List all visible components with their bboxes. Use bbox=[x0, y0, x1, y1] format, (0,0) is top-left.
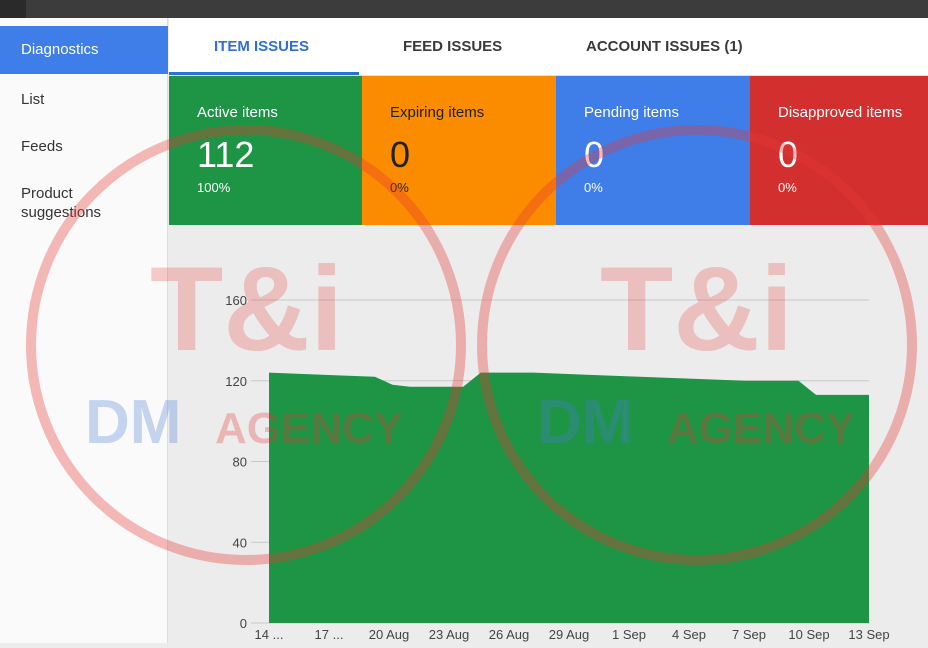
active-items-area bbox=[269, 372, 869, 623]
x-tick-label: 23 Aug bbox=[429, 627, 470, 642]
card-disapproved-items[interactable]: Disapproved items 0 0% bbox=[750, 76, 928, 225]
tab-label: ITEM ISSUES bbox=[214, 38, 310, 55]
y-tick-label: 120 bbox=[225, 374, 247, 389]
card-value: 0 bbox=[584, 134, 605, 175]
card-active-items[interactable]: Active items 112 100% bbox=[169, 76, 362, 225]
sidebar-item-label: Feeds bbox=[21, 138, 63, 155]
x-tick-label: 14 ... bbox=[255, 627, 284, 642]
card-percent: 0% bbox=[390, 180, 409, 195]
card-label: Expiring items bbox=[390, 104, 485, 121]
y-tick-label: 0 bbox=[240, 616, 247, 631]
sidebar-item-feeds[interactable]: Feeds bbox=[0, 135, 168, 159]
summary-cards: Active items 112 100% Expiring items 0 0… bbox=[169, 76, 928, 225]
sidebar-item-label: List bbox=[21, 91, 45, 108]
card-percent: 0% bbox=[778, 180, 797, 195]
x-tick-label: 10 Sep bbox=[788, 627, 829, 642]
card-value: 112 bbox=[197, 134, 255, 175]
card-percent: 0% bbox=[584, 180, 603, 195]
sidebar: Diagnostics List Feeds Product suggestio… bbox=[0, 18, 168, 643]
x-tick-label: 29 Aug bbox=[549, 627, 590, 642]
x-tick-label: 26 Aug bbox=[489, 627, 530, 642]
active-tab-indicator bbox=[169, 72, 359, 75]
card-expiring-items[interactable]: Expiring items 0 0% bbox=[362, 76, 556, 225]
tab-account-issues[interactable]: ACCOUNT ISSUES (1) bbox=[586, 38, 743, 55]
card-value: 0 bbox=[778, 134, 799, 175]
tab-feed-issues[interactable]: FEED ISSUES bbox=[403, 38, 502, 55]
sidebar-item-list[interactable]: List bbox=[0, 88, 168, 112]
x-tick-label: 7 Sep bbox=[732, 627, 766, 642]
tab-label: FEED ISSUES bbox=[403, 38, 503, 55]
y-tick-label: 40 bbox=[233, 535, 247, 550]
tab-bar: ITEM ISSUES FEED ISSUES ACCOUNT ISSUES (… bbox=[169, 18, 928, 76]
card-label: Disapproved items bbox=[778, 104, 903, 121]
card-percent: 100% bbox=[197, 180, 231, 195]
sidebar-item-diagnostics[interactable]: Diagnostics bbox=[0, 26, 168, 74]
x-tick-label: 4 Sep bbox=[672, 627, 706, 642]
card-pending-items[interactable]: Pending items 0 0% bbox=[556, 76, 750, 225]
sidebar-item-label: Product suggestions bbox=[21, 185, 102, 221]
x-tick-label: 20 Aug bbox=[369, 627, 410, 642]
x-tick-label: 13 Sep bbox=[848, 627, 889, 642]
tab-item-issues[interactable]: ITEM ISSUES bbox=[214, 38, 309, 55]
sidebar-item-label: Diagnostics bbox=[21, 41, 99, 58]
item-status-chart: 0 40 80 120 160 14 ... 17 ... 20 Aug 23 Aug 26 Au… bbox=[169, 225, 928, 643]
tab-label: ACCOUNT ISSUES (1) bbox=[586, 38, 743, 55]
main-panel: ITEM ISSUES FEED ISSUES ACCOUNT ISSUES (… bbox=[169, 18, 928, 643]
y-tick-label: 160 bbox=[225, 293, 247, 308]
y-tick-label: 80 bbox=[233, 455, 247, 470]
card-label: Active items bbox=[197, 104, 278, 121]
app-logo bbox=[0, 0, 26, 18]
x-tick-label: 17 ... bbox=[315, 627, 344, 642]
card-value: 0 bbox=[390, 134, 411, 175]
sidebar-item-product-suggestions[interactable]: Product suggestions bbox=[0, 184, 110, 222]
x-tick-label: 1 Sep bbox=[612, 627, 646, 642]
chart-svg: 0 40 80 120 160 14 ... 17 ... 20 Aug 23 Aug 26 Au… bbox=[225, 293, 889, 642]
top-bar bbox=[0, 0, 928, 18]
card-label: Pending items bbox=[584, 104, 680, 121]
